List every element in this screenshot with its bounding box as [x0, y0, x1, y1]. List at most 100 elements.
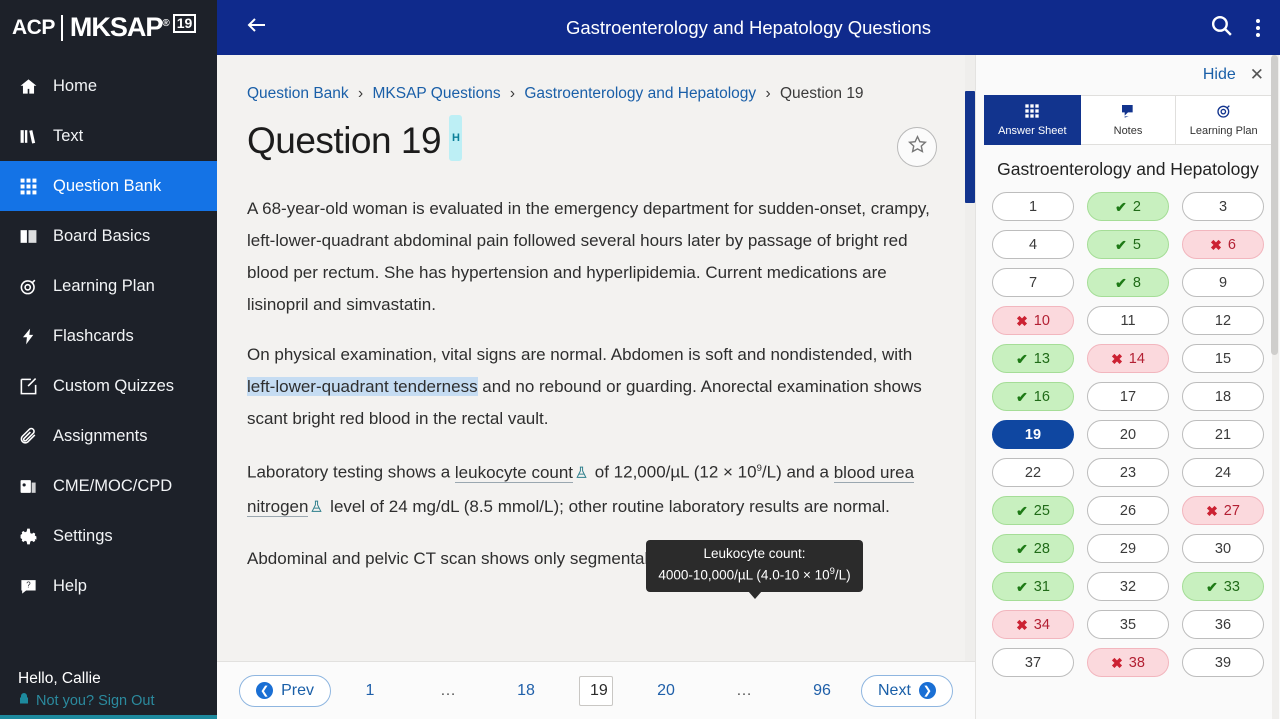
- answer-pill-35[interactable]: 35: [1087, 610, 1169, 639]
- answer-pill-36[interactable]: 36: [1182, 610, 1264, 639]
- close-icon[interactable]: ✕: [1250, 65, 1264, 85]
- breadcrumb-separator: ›: [765, 85, 771, 102]
- cross-icon: ✖: [1111, 350, 1123, 367]
- sidebar-item-settings[interactable]: Settings: [0, 511, 217, 561]
- answer-pill-29[interactable]: 29: [1087, 534, 1169, 563]
- sidebar-item-help[interactable]: ? Help: [0, 561, 217, 611]
- tab-notes[interactable]: Notes: [1080, 95, 1177, 145]
- page-number-1[interactable]: 1: [353, 678, 387, 704]
- answer-pill-number: 14: [1128, 350, 1145, 367]
- hide-panel-label[interactable]: Hide: [1203, 66, 1236, 84]
- answer-pill-12[interactable]: 12: [1182, 306, 1264, 335]
- breadcrumb-item-question-bank[interactable]: Question Bank: [247, 85, 349, 102]
- answer-pill-27[interactable]: ✖ 27: [1182, 496, 1264, 525]
- answer-pill-13[interactable]: ✔ 13: [992, 344, 1074, 373]
- answer-pill-number: 28: [1033, 540, 1050, 557]
- answer-pill-18[interactable]: 18: [1182, 382, 1264, 411]
- flask-icon[interactable]: [575, 459, 588, 491]
- page-number-20[interactable]: 20: [649, 678, 683, 704]
- question-scroll-region[interactable]: Question Bank › MKSAP Questions › Gastro…: [217, 55, 975, 661]
- answer-pill-16[interactable]: ✔ 16: [992, 382, 1074, 411]
- user-block: Hello, Callie Not you? Sign Out: [0, 670, 217, 719]
- back-button[interactable]: [237, 8, 277, 48]
- breadcrumb-item-mksap-questions[interactable]: MKSAP Questions: [372, 85, 500, 102]
- content-scrollbar-thumb[interactable]: [965, 91, 975, 203]
- answer-pill-9[interactable]: 9: [1182, 268, 1264, 297]
- answer-pill-11[interactable]: 11: [1087, 306, 1169, 335]
- page-number-18[interactable]: 18: [509, 678, 543, 704]
- content-scrollbar-track[interactable]: [965, 55, 975, 661]
- answer-pill-22[interactable]: 22: [992, 458, 1074, 487]
- sidebar-item-text[interactable]: Text: [0, 111, 217, 161]
- sidebar-item-label: Assignments: [53, 426, 148, 445]
- answer-pill-6[interactable]: ✖ 6: [1182, 230, 1264, 259]
- answer-pill-39[interactable]: 39: [1182, 648, 1264, 677]
- tab-answer-sheet[interactable]: Answer Sheet: [984, 95, 1081, 145]
- selected-text[interactable]: left-lower-quadrant tenderness: [247, 377, 478, 396]
- panel-scrollbar-track[interactable]: [1271, 55, 1279, 719]
- sidebar-item-question-bank[interactable]: Question Bank: [0, 161, 217, 211]
- page-number-96[interactable]: 96: [805, 678, 839, 704]
- answer-pill-28[interactable]: ✔ 28: [992, 534, 1074, 563]
- answer-pill-38[interactable]: ✖ 38: [1087, 648, 1169, 677]
- answer-pill-8[interactable]: ✔ 8: [1087, 268, 1169, 297]
- answer-pill-number: 16: [1033, 388, 1050, 405]
- question-paragraph-3: Laboratory testing shows a leukocyte cou…: [247, 453, 945, 525]
- sidebar-item-custom-quizzes[interactable]: Custom Quizzes: [0, 361, 217, 411]
- app-logo[interactable]: ACP MKSAP® 19: [0, 0, 217, 55]
- panel-tabs: Answer Sheet Notes Learning Plan: [976, 95, 1280, 145]
- sidebar-item-assignments[interactable]: Assignments: [0, 411, 217, 461]
- tab-learning-plan[interactable]: Learning Plan: [1176, 95, 1273, 145]
- help-chat-icon: ?: [18, 576, 38, 596]
- top-app-bar: Gastroenterology and Hepatology Question…: [217, 0, 1280, 55]
- answer-pill-2[interactable]: ✔ 2: [1087, 192, 1169, 221]
- tab-label: Answer Sheet: [998, 125, 1067, 137]
- answer-pill-23[interactable]: 23: [1087, 458, 1169, 487]
- answer-pill-1[interactable]: 1: [992, 192, 1074, 221]
- flask-icon[interactable]: [310, 493, 323, 525]
- answer-pill-7[interactable]: 7: [992, 268, 1074, 297]
- leukocyte-count-link[interactable]: leukocyte count: [454, 462, 574, 483]
- answer-pill-25[interactable]: ✔ 25: [992, 496, 1074, 525]
- kebab-menu-icon[interactable]: [1256, 18, 1260, 37]
- bookmark-button[interactable]: [897, 127, 937, 167]
- sign-out-link[interactable]: Not you? Sign Out: [18, 692, 217, 709]
- sidebar-item-flashcards[interactable]: Flashcards: [0, 311, 217, 361]
- next-button[interactable]: Next ❯: [861, 674, 953, 707]
- answer-pill-24[interactable]: 24: [1182, 458, 1264, 487]
- sidebar: ACP MKSAP® 19 Home Text Question Bank Bo…: [0, 0, 217, 719]
- answer-pill-34[interactable]: ✖ 34: [992, 610, 1074, 639]
- back-arrow-icon: [245, 13, 269, 42]
- answer-pill-37[interactable]: 37: [992, 648, 1074, 677]
- sidebar-item-learning-plan[interactable]: Learning Plan: [0, 261, 217, 311]
- answer-pill-4[interactable]: 4: [992, 230, 1074, 259]
- cross-icon: ✖: [1111, 654, 1123, 671]
- answer-pill-15[interactable]: 15: [1182, 344, 1264, 373]
- answer-pill-5[interactable]: ✔ 5: [1087, 230, 1169, 259]
- answer-pill-19[interactable]: 19: [992, 420, 1074, 449]
- sidebar-item-home[interactable]: Home: [0, 61, 217, 111]
- sidebar-item-cme-moc-cpd[interactable]: CME/MOC/CPD: [0, 461, 217, 511]
- answer-pill-32[interactable]: 32: [1087, 572, 1169, 601]
- page-number-current[interactable]: 19: [579, 675, 613, 706]
- search-button[interactable]: [1206, 13, 1236, 43]
- answer-pill-26[interactable]: 26: [1087, 496, 1169, 525]
- check-icon: ✔: [1016, 350, 1028, 367]
- answer-pill-31[interactable]: ✔ 31: [992, 572, 1074, 601]
- breadcrumb-item-gastroenterology[interactable]: Gastroenterology and Hepatology: [524, 85, 756, 102]
- prev-button[interactable]: ❮ Prev: [239, 674, 331, 707]
- lab-text-post: level of 24 mg/dL (8.5 mmol/L); other ro…: [325, 496, 890, 516]
- answer-pill-17[interactable]: 17: [1087, 382, 1169, 411]
- answer-pill-21[interactable]: 21: [1182, 420, 1264, 449]
- check-icon: ✔: [1016, 540, 1028, 557]
- sidebar-item-board-basics[interactable]: Board Basics: [0, 211, 217, 261]
- answer-pill-3[interactable]: 3: [1182, 192, 1264, 221]
- answer-pill-30[interactable]: 30: [1182, 534, 1264, 563]
- answer-pill-20[interactable]: 20: [1087, 420, 1169, 449]
- answer-pill-10[interactable]: ✖ 10: [992, 306, 1074, 335]
- sidebar-item-label: Board Basics: [53, 226, 151, 245]
- check-icon: ✔: [1016, 388, 1028, 405]
- panel-scrollbar-thumb[interactable]: [1271, 55, 1278, 355]
- answer-pill-33[interactable]: ✔ 33: [1182, 572, 1264, 601]
- answer-pill-14[interactable]: ✖ 14: [1087, 344, 1169, 373]
